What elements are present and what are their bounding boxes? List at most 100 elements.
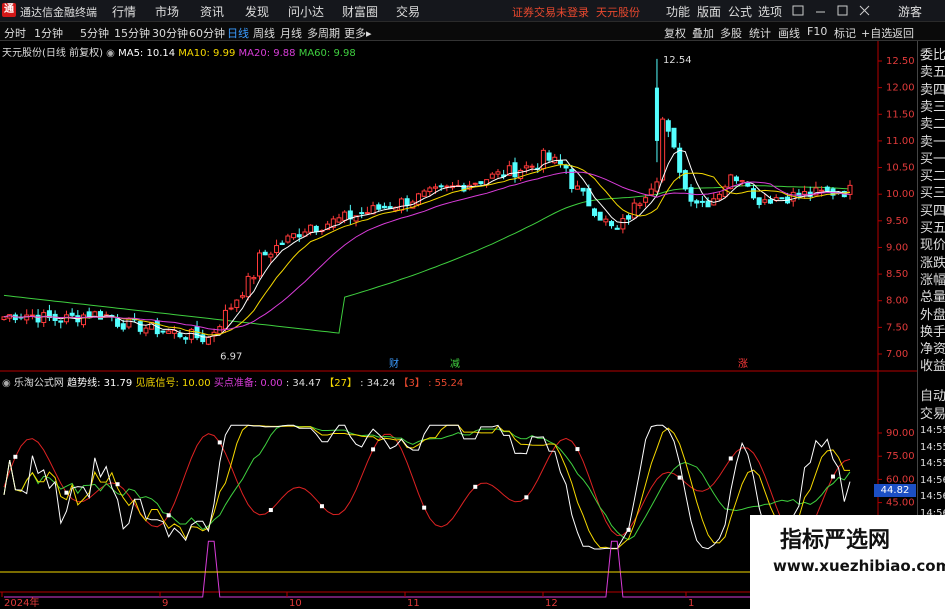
- candle-body: [404, 198, 410, 206]
- quote-label: 外盘: [920, 307, 945, 323]
- candle-body: [137, 321, 143, 332]
- candle-body: [802, 191, 808, 195]
- auto-label[interactable]: 自动: [920, 385, 945, 404]
- ma10-value: MA10: 9.99: [178, 48, 236, 59]
- buy-signal-line: [4, 540, 850, 598]
- candle-body: [643, 197, 649, 203]
- candle-body: [245, 275, 251, 298]
- candle-body: [336, 217, 342, 223]
- candle-body: [291, 233, 297, 239]
- signal-dot: [473, 484, 478, 489]
- price-tick-label: 12.50: [886, 56, 915, 67]
- btn-tongji[interactable]: 统计: [749, 25, 771, 41]
- candle-body: [80, 314, 86, 326]
- menu-bar: 通 通达信金融终端 行情 市场 资讯 发现 问小达 财富圈 交易 证券交易未登录…: [0, 0, 945, 22]
- event-marker: 财: [389, 357, 399, 370]
- indicator-v1: : 34.47: [285, 378, 322, 389]
- menu-hangqing[interactable]: 行情: [112, 3, 136, 20]
- candle-body: [381, 205, 387, 209]
- candle-body: [268, 253, 274, 258]
- period-more[interactable]: 更多▸: [344, 25, 372, 41]
- menu-faxian[interactable]: 发现: [245, 3, 269, 20]
- btn-huaxian[interactable]: 画线: [778, 25, 800, 41]
- price-tick-label: 11.50: [886, 109, 915, 120]
- candle-body: [262, 251, 268, 256]
- menu-gongneng[interactable]: 功能: [666, 3, 690, 20]
- btn-biaoji[interactable]: 标记: [834, 25, 856, 41]
- price-tick-label: 9.00: [886, 242, 908, 253]
- btn-zixuan[interactable]: +自选: [861, 25, 892, 41]
- candle-body: [495, 171, 501, 175]
- guest-user[interactable]: 游客: [898, 3, 922, 20]
- period-1min[interactable]: 1分钟: [34, 25, 63, 41]
- candle-body: [745, 182, 751, 187]
- candle-body: [376, 204, 382, 210]
- candle-body: [677, 147, 683, 173]
- menu-gongshi[interactable]: 公式: [728, 3, 752, 20]
- period-60min[interactable]: 60分钟: [189, 25, 225, 41]
- red-oscillator-line: [3, 433, 851, 542]
- candle-body: [762, 199, 768, 203]
- period-weekly[interactable]: 周线: [253, 25, 275, 41]
- candle-body: [228, 307, 234, 310]
- candle-body: [279, 242, 285, 246]
- signal-dot: [575, 447, 580, 452]
- candle-body: [768, 199, 774, 204]
- signal-dot: [371, 447, 376, 452]
- chart-settings-icon: ◉: [106, 48, 115, 59]
- period-multi[interactable]: 多周期: [307, 25, 340, 41]
- candle-body: [699, 200, 705, 203]
- candle-body: [115, 318, 121, 327]
- candle-body: [251, 277, 257, 280]
- candle-body: [364, 212, 370, 215]
- btn-diejia[interactable]: 叠加: [692, 25, 714, 41]
- quote-label: 买五: [920, 221, 945, 236]
- quote-label: 卖五: [920, 65, 945, 81]
- stock-name: 天元股份(日线 前复权): [2, 48, 103, 59]
- candle-body: [614, 227, 620, 230]
- candle-body: [24, 314, 30, 321]
- buy-prep-value: 买点准备: 0.00: [213, 378, 283, 389]
- menu-zixun[interactable]: 资讯: [200, 3, 224, 20]
- restore-icon: [837, 5, 848, 16]
- tick-time: 14:55: [920, 425, 945, 436]
- menu-xuanxiang[interactable]: 选项: [758, 3, 782, 20]
- trade-label[interactable]: 交易: [920, 403, 945, 422]
- candle-body: [239, 295, 245, 298]
- indicator-title: ◉ 乐淘公式网 趋势线: 31.79 见底信号: 10.00 买点准备: 0.0…: [2, 374, 463, 389]
- candle-body: [529, 165, 535, 168]
- indicator-settings-icon: ◉: [2, 378, 11, 389]
- period-15min[interactable]: 15分钟: [114, 25, 150, 41]
- menu-wenxiaoda[interactable]: 问小达: [288, 3, 324, 20]
- period-monthly[interactable]: 月线: [280, 25, 302, 41]
- signal-dot: [64, 490, 69, 495]
- quote-label: 总量: [920, 290, 945, 306]
- quote-label: 现价: [920, 238, 945, 254]
- signal-dot: [319, 504, 324, 509]
- window-controls[interactable]: [792, 4, 892, 18]
- signal-dot: [166, 513, 171, 518]
- candle-body: [160, 330, 166, 333]
- signal-dot: [268, 508, 273, 513]
- menu-jiaoyi[interactable]: 交易: [396, 3, 420, 20]
- period-30min[interactable]: 30分钟: [152, 25, 188, 41]
- candle-body: [58, 320, 64, 323]
- price-tick-label: 10.50: [886, 163, 915, 174]
- tick-time: 14:56: [920, 474, 945, 486]
- period-fenshi[interactable]: 分时: [4, 25, 26, 41]
- menu-shichang[interactable]: 市场: [155, 3, 179, 20]
- signal-dot: [13, 454, 18, 459]
- candle-body: [177, 332, 183, 338]
- btn-fanhui[interactable]: 返回: [892, 25, 914, 41]
- menu-caifuquan[interactable]: 财富圈: [342, 3, 378, 20]
- candle-body: [694, 200, 700, 204]
- btn-duogu[interactable]: 多股: [720, 25, 742, 41]
- period-5min[interactable]: 5分钟: [80, 25, 109, 41]
- menu-banmian[interactable]: 版面: [697, 3, 721, 20]
- ma60-path: [3, 185, 851, 334]
- btn-f10[interactable]: F10: [807, 25, 827, 38]
- btn-fuquan[interactable]: 复权: [664, 25, 686, 41]
- candle-body: [620, 218, 626, 230]
- period-daily[interactable]: 日线: [227, 25, 249, 41]
- login-notice[interactable]: 证券交易未登录 天元股份: [512, 4, 640, 20]
